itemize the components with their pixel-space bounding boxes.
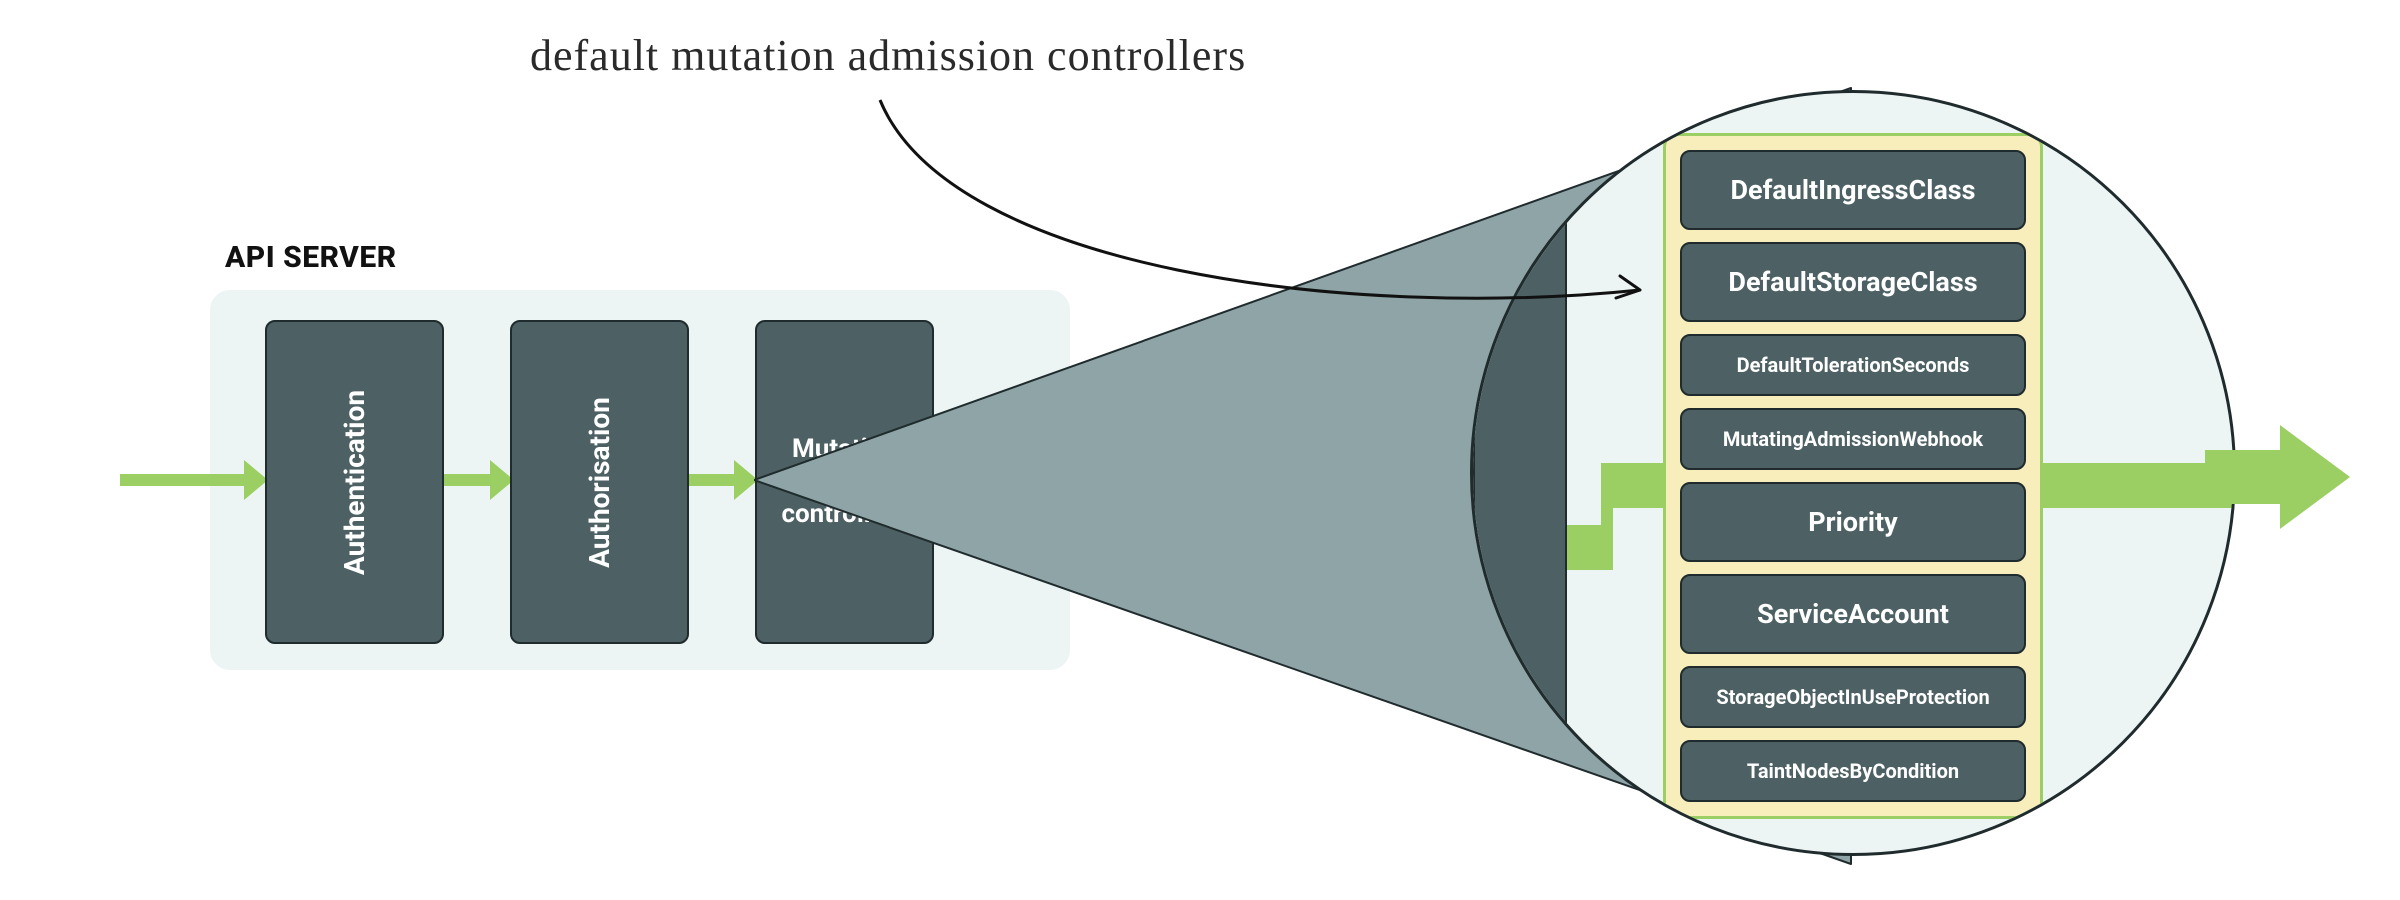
annotation-text: default mutation admission controllers [530, 30, 1246, 81]
flow-arrow-segment [2023, 463, 2233, 508]
stage-label: Mutation admission controllers [757, 433, 932, 531]
stage-label: Authentication [338, 389, 371, 574]
stage-label: Authorisation [583, 397, 616, 568]
flow-arrow-segment [120, 474, 260, 486]
controller-item: MutatingAdmissionWebhook [1680, 408, 2026, 470]
controller-item: ServiceAccount [1680, 574, 2026, 654]
stage-authentication: Authentication [265, 320, 444, 644]
controllers-list-panel: DefaultIngressClass DefaultStorageClass De… [1663, 133, 2043, 819]
api-server-title: API SERVER [225, 240, 397, 275]
previous-stage-peek [1473, 193, 1567, 757]
arrow-right-icon [2280, 425, 2350, 529]
zoom-detail-circle: DefaultIngressClass DefaultStorageClass De… [1470, 90, 2236, 856]
controller-item: DefaultTolerationSeconds [1680, 334, 2026, 396]
controller-item: DefaultStorageClass [1680, 242, 2026, 322]
flow-arrow-segment [2205, 450, 2285, 504]
controller-item: DefaultIngressClass [1680, 150, 2026, 230]
controller-item: StorageObjectInUseProtection [1680, 666, 2026, 728]
controller-item: TaintNodesByCondition [1680, 740, 2026, 802]
flow-arrow-segment [1601, 463, 1671, 508]
controller-item: Priority [1680, 482, 2026, 562]
stage-mutation-controllers: Mutation admission controllers [755, 320, 934, 644]
stage-authorisation: Authorisation [510, 320, 689, 644]
